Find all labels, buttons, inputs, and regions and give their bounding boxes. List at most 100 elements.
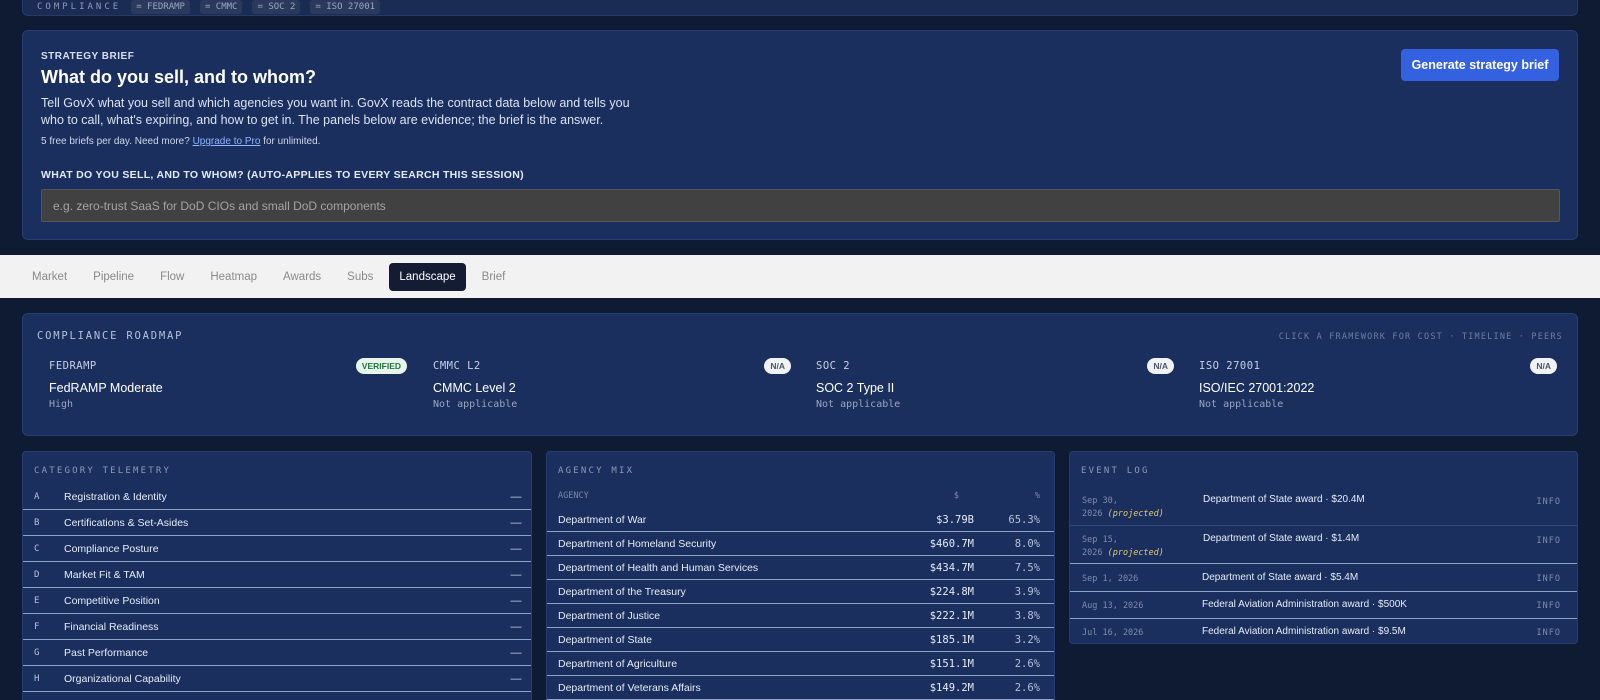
category-key: E xyxy=(34,595,40,606)
category-row-d[interactable]: D Market Fit & TAM — xyxy=(23,562,531,588)
category-row-a[interactable]: A Registration & Identity — xyxy=(23,484,531,510)
agency-row[interactable]: Department of the Treasury $224.8M 3.9% xyxy=(547,580,1054,604)
compliance-chip-soc2[interactable]: = SOC 2 xyxy=(252,0,301,14)
framework-name: ISO/IEC 27001:2022 xyxy=(1199,381,1315,395)
category-row-c[interactable]: C Compliance Posture — xyxy=(23,536,531,562)
verified-badge: VERIFIED xyxy=(355,358,407,374)
agency-dollars: $3.79B xyxy=(936,513,974,526)
event-text: Department of State award · $1.4M xyxy=(1203,533,1360,544)
event-row[interactable]: Sep 1, 2026 Department of State award · … xyxy=(1070,565,1577,592)
brief-limit-suffix: for unlimited. xyxy=(263,136,321,147)
na-badge: N/A xyxy=(1147,358,1174,374)
event-row[interactable]: Aug 13, 2026 Federal Aviation Administra… xyxy=(1070,592,1577,619)
agency-row[interactable]: Department of Health and Human Services … xyxy=(547,556,1054,580)
agency-percent: 65.3% xyxy=(1008,513,1040,526)
compliance-strip-label: COMPLIANCE xyxy=(37,1,122,12)
framework-code: CMMC L2 xyxy=(433,360,481,372)
agency-name: Department of Veterans Affairs xyxy=(558,681,701,694)
agency-row[interactable]: Department of Veterans Affairs $149.2M 2… xyxy=(547,676,1054,700)
event-level: INFO xyxy=(1536,574,1561,584)
framework-status: Not applicable xyxy=(1199,399,1284,410)
tab-market[interactable]: Market xyxy=(22,263,77,291)
event-row[interactable]: Sep 30, 2026 (projected) Department of S… xyxy=(1070,488,1577,526)
agency-dollars: $185.1M xyxy=(929,633,974,646)
agency-percent: 3.9% xyxy=(1014,585,1040,598)
event-row[interactable]: Sep 15, 2026 (projected) Department of S… xyxy=(1070,526,1577,564)
category-label: Certifications & Set-Asides xyxy=(64,516,189,529)
agency-percent: 2.6% xyxy=(1014,681,1040,694)
event-level: INFO xyxy=(1536,628,1561,638)
framework-card-fedramp[interactable]: FEDRAMP VERIFIED FedRAMP Moderate High xyxy=(49,358,407,410)
framework-status: Not applicable xyxy=(433,399,518,410)
upgrade-to-pro-link[interactable]: Upgrade to Pro xyxy=(193,136,261,147)
event-row[interactable]: Jul 16, 2026 Federal Aviation Administra… xyxy=(1070,619,1577,643)
category-value: — xyxy=(510,490,522,503)
framework-name: FedRAMP Moderate xyxy=(49,381,163,395)
compliance-chip-iso[interactable]: = ISO 27001 xyxy=(310,0,381,14)
category-telemetry-title: CATEGORY TELEMETRY xyxy=(34,466,172,476)
tab-brief[interactable]: Brief xyxy=(472,263,516,291)
na-badge: N/A xyxy=(1530,358,1557,374)
tab-landscape[interactable]: Landscape xyxy=(389,262,466,291)
category-key: B xyxy=(34,517,40,528)
tab-pipeline[interactable]: Pipeline xyxy=(83,263,144,291)
category-row-f[interactable]: F Financial Readiness — xyxy=(23,614,531,640)
event-date: Sep 30, 2026 (projected) xyxy=(1082,496,1164,519)
framework-status: High xyxy=(49,399,74,410)
category-row-b[interactable]: B Certifications & Set-Asides — xyxy=(23,510,531,536)
agency-name: Department of the Treasury xyxy=(558,585,686,598)
event-text: Department of State award · $20.4M xyxy=(1203,494,1365,505)
agency-row[interactable]: Department of Justice $222.1M 3.8% xyxy=(547,604,1054,628)
agency-dollars: $149.2M xyxy=(929,681,974,694)
agency-row[interactable]: Department of Homeland Security $460.7M … xyxy=(547,532,1054,556)
brief-title: What do you sell, and to whom? xyxy=(41,67,316,87)
agency-percent: 3.2% xyxy=(1014,633,1040,646)
event-text: Department of State award · $5.4M xyxy=(1202,572,1359,583)
framework-status: Not applicable xyxy=(816,399,901,410)
compliance-chip-fedramp[interactable]: = FEDRAMP xyxy=(131,0,190,14)
brief-limit-prefix: 5 free briefs per day. Need more? xyxy=(41,136,190,147)
framework-name: CMMC Level 2 xyxy=(433,381,516,395)
agency-dollars: $222.1M xyxy=(929,609,974,622)
framework-card-iso27001[interactable]: ISO 27001 N/A ISO/IEC 27001:2022 Not app… xyxy=(1199,358,1557,410)
agency-row[interactable]: Department of Agriculture $151.1M 2.6% xyxy=(547,652,1054,676)
agency-percent: 8.0% xyxy=(1014,537,1040,550)
brief-query-input[interactable] xyxy=(41,189,1560,222)
category-row-g[interactable]: G Past Performance — xyxy=(23,640,531,666)
tab-awards[interactable]: Awards xyxy=(273,263,331,291)
agency-row[interactable]: Department of State $185.1M 3.2% xyxy=(547,628,1054,652)
agency-percent: 2.6% xyxy=(1014,657,1040,670)
compliance-chip-cmmc[interactable]: = CMMC xyxy=(199,0,243,14)
framework-card-cmmc[interactable]: CMMC L2 N/A CMMC Level 2 Not applicable xyxy=(433,358,791,410)
agency-column-header: AGENCY xyxy=(558,491,589,501)
category-label: Market Fit & TAM xyxy=(64,568,145,581)
category-label: Registration & Identity xyxy=(64,490,167,503)
generate-strategy-brief-button[interactable]: Generate strategy brief xyxy=(1401,49,1559,81)
category-value: — xyxy=(510,672,522,685)
framework-card-soc2[interactable]: SOC 2 N/A SOC 2 Type II Not applicable xyxy=(816,358,1174,410)
category-key: A xyxy=(34,491,40,502)
tab-flow[interactable]: Flow xyxy=(150,263,194,291)
event-date: Jul 16, 2026 xyxy=(1082,628,1144,638)
agency-name: Department of State xyxy=(558,633,652,646)
category-key: D xyxy=(34,569,40,580)
category-row-e[interactable]: E Competitive Position — xyxy=(23,588,531,614)
agency-name: Department of Homeland Security xyxy=(558,537,717,550)
brief-description: Tell GovX what you sell and which agenci… xyxy=(41,96,630,127)
roadmap-hint: CLICK A FRAMEWORK FOR COST · TIMELINE · … xyxy=(1278,332,1563,342)
agency-percent: 3.8% xyxy=(1014,609,1040,622)
tab-subs[interactable]: Subs xyxy=(337,263,383,291)
event-text: Federal Aviation Administration award · … xyxy=(1202,599,1407,610)
event-level: INFO xyxy=(1536,536,1561,546)
agency-name: Department of War xyxy=(558,513,647,526)
agency-percent: 7.5% xyxy=(1014,561,1040,574)
agency-row[interactable]: Department of War $3.79B 65.3% xyxy=(547,508,1054,532)
category-label: Financial Readiness xyxy=(64,620,159,633)
category-telemetry-panel: CATEGORY TELEMETRY A Registration & Iden… xyxy=(22,451,532,700)
category-row-h[interactable]: H Organizational Capability — xyxy=(23,666,531,692)
agency-dollars: $224.8M xyxy=(929,585,974,598)
percent-column-header: % xyxy=(1034,491,1040,501)
category-key: G xyxy=(34,647,40,658)
event-level: INFO xyxy=(1536,601,1561,611)
tab-heatmap[interactable]: Heatmap xyxy=(200,263,267,291)
